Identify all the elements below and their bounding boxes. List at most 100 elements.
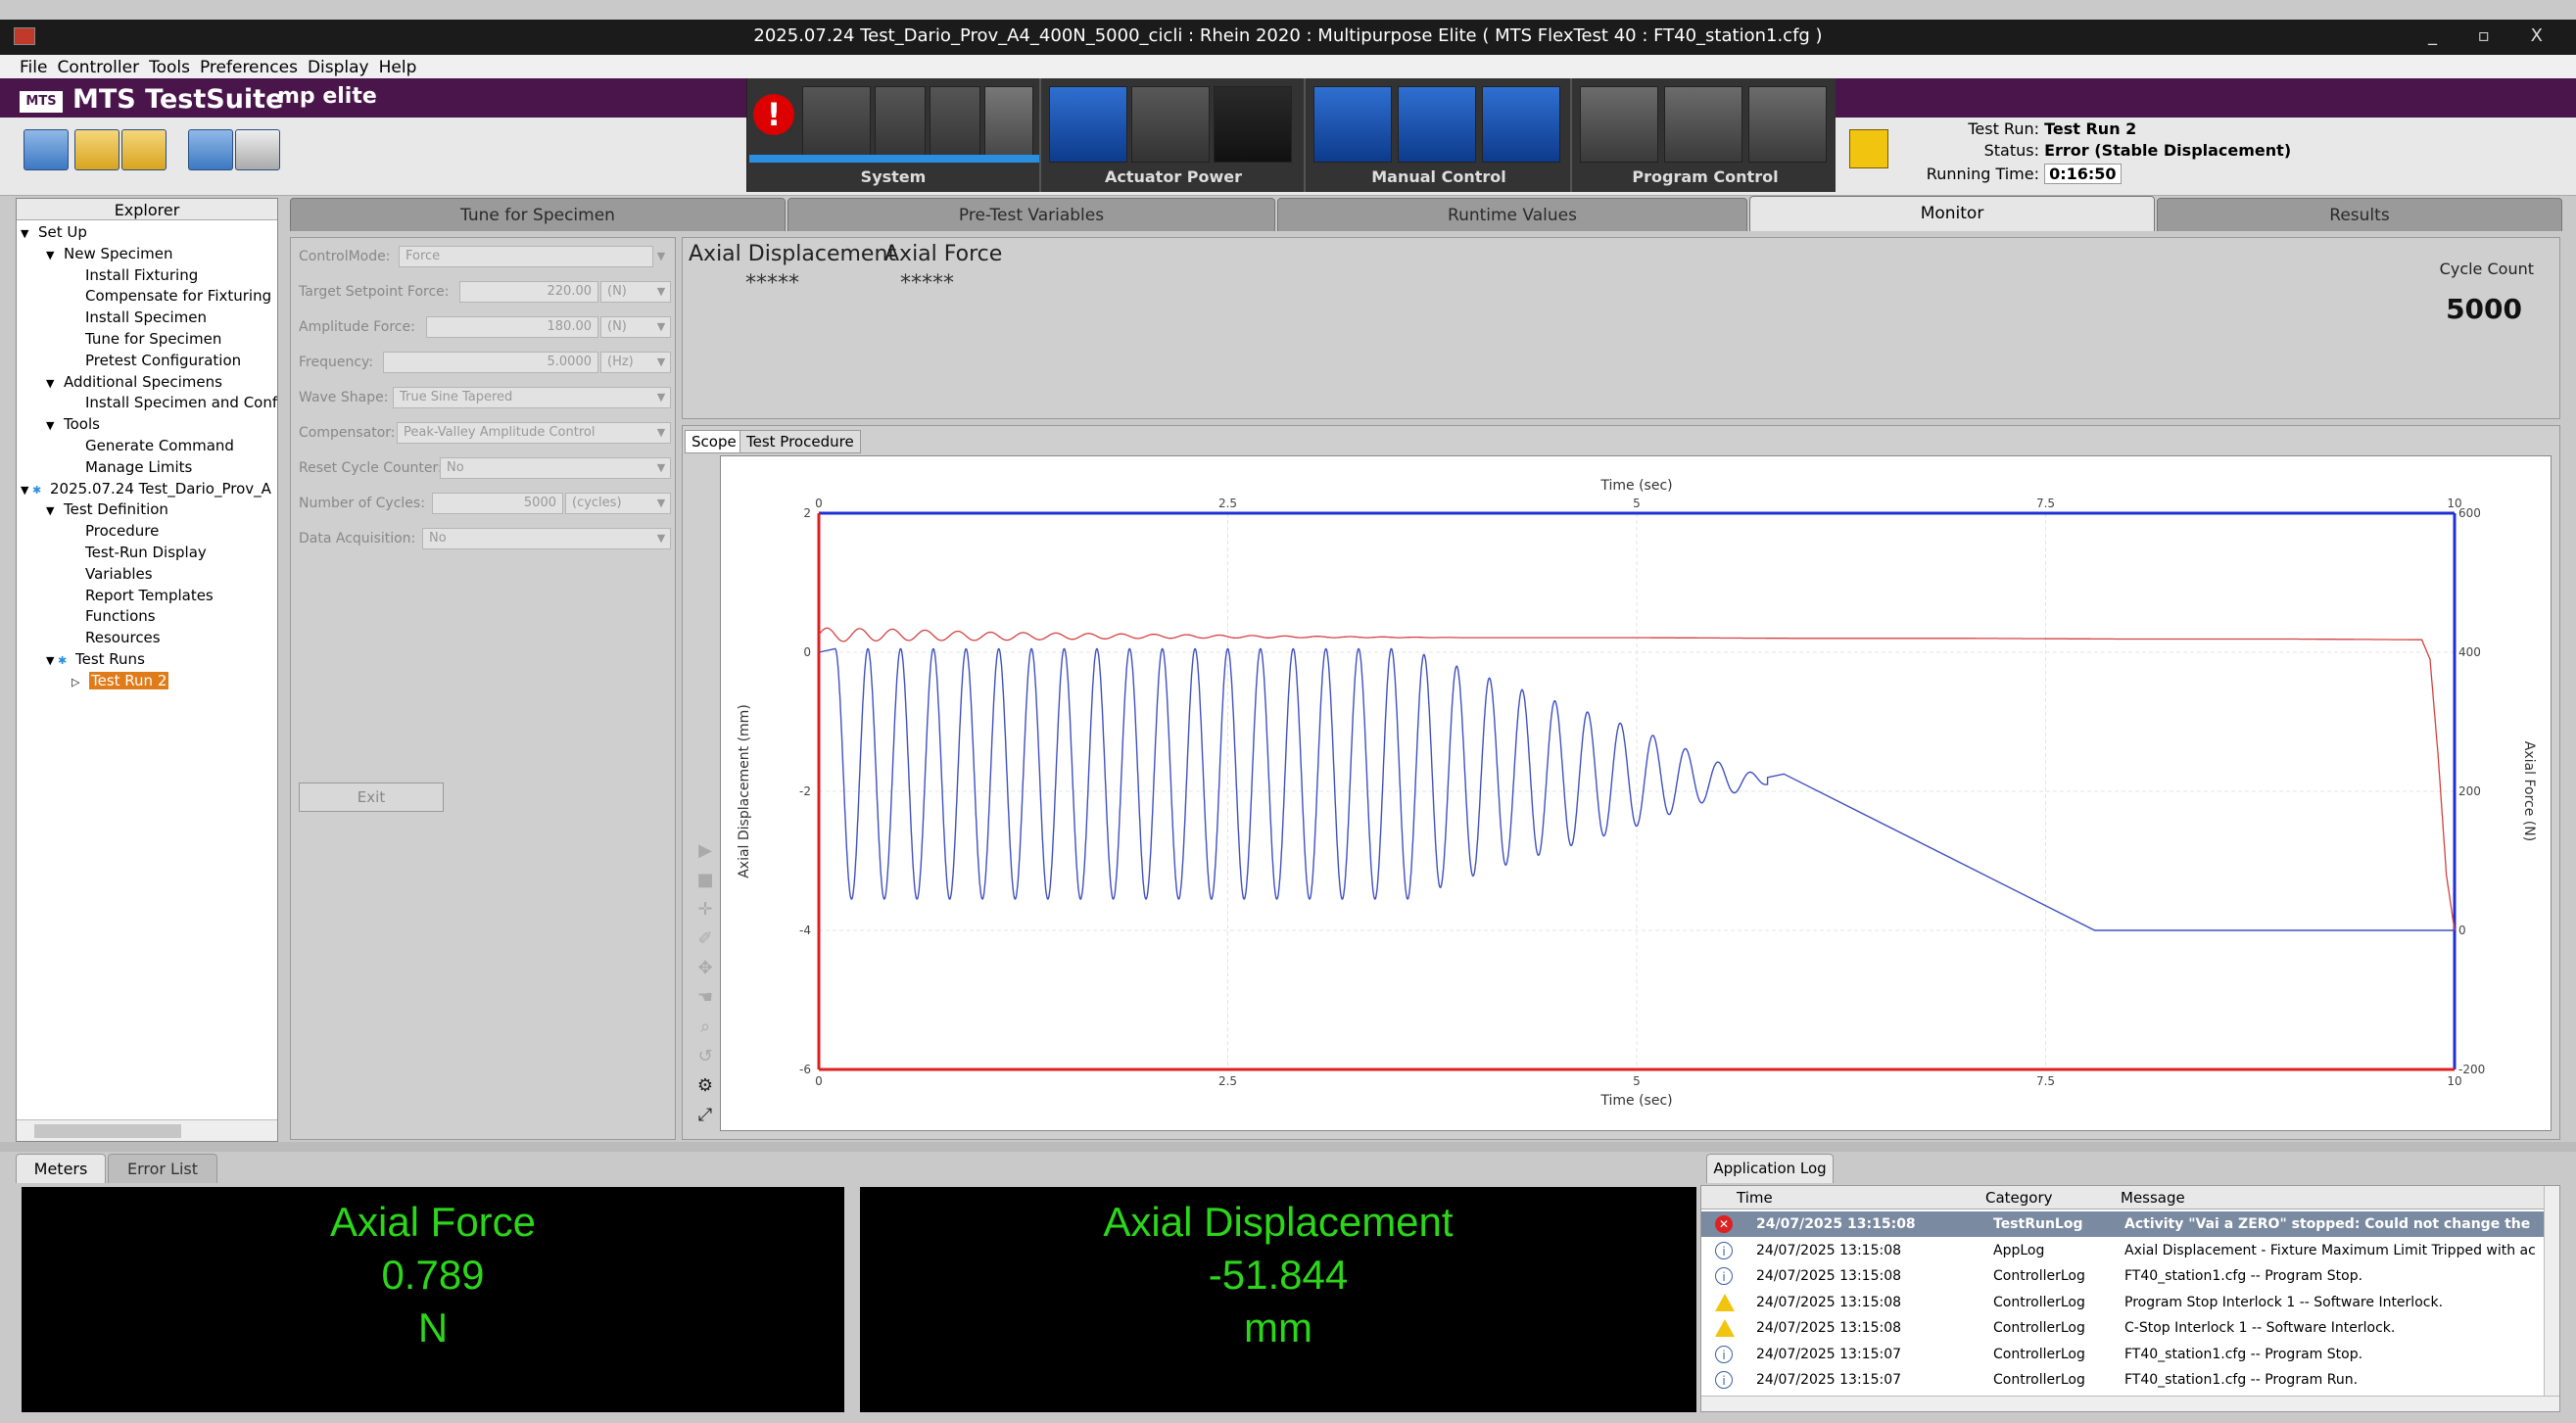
tree-item[interactable]: ▼ Test Definition — [17, 499, 277, 521]
tree-item[interactable]: Resources — [17, 628, 277, 649]
tree-item[interactable]: Tune for Specimen — [17, 329, 277, 351]
settings-icon[interactable]: ⚙ — [692, 1072, 718, 1100]
menu-tools[interactable]: Tools — [144, 55, 195, 77]
tree-expand-icon[interactable]: ▼ — [46, 415, 64, 436]
col-time[interactable]: Time — [1737, 1189, 1773, 1207]
new-test-icon[interactable] — [24, 129, 69, 170]
tree-expand-icon[interactable]: ▷ — [72, 672, 89, 692]
tree-item[interactable]: ▼ Additional Specimens — [17, 372, 277, 394]
tab-monitor[interactable]: Monitor — [1749, 196, 2155, 231]
pan-icon[interactable]: ✥ — [692, 955, 718, 982]
stop-icon[interactable] — [1748, 86, 1827, 163]
reset-cycle-select[interactable]: No — [440, 457, 671, 479]
tree-item[interactable]: Functions — [17, 606, 277, 628]
data-acquisition-select[interactable]: No — [422, 528, 671, 549]
log-vertical-scrollbar[interactable] — [2544, 1186, 2559, 1411]
lock-icon[interactable] — [1849, 129, 1888, 168]
high-power-icon[interactable] — [1214, 86, 1292, 163]
tab-meters[interactable]: Meters — [16, 1154, 106, 1183]
reset-icon[interactable]: ↺ — [692, 1043, 718, 1070]
tree-item[interactable]: ▼ New Specimen — [17, 244, 277, 265]
tree-expand-icon[interactable]: ▼ — [46, 500, 64, 521]
compress-icon[interactable] — [1398, 86, 1476, 163]
tab-application-log[interactable]: Application Log — [1706, 1154, 1834, 1183]
interlock-icon[interactable]: ! — [753, 94, 794, 135]
tab-results[interactable]: Results — [2157, 198, 2562, 231]
tree-item[interactable]: Report Templates — [17, 586, 277, 607]
export-icon[interactable] — [235, 129, 280, 170]
play-icon[interactable]: ▶ — [692, 837, 718, 865]
tree-item[interactable]: ▼ Tools — [17, 414, 277, 436]
add-marker-icon[interactable]: ✛ — [692, 896, 718, 924]
log-row[interactable]: i 24/07/2025 13:15:07 ControllerLog FT40_st… — [1701, 1342, 2553, 1367]
zoom-icon[interactable]: ⌕ — [692, 1014, 718, 1041]
tree-item[interactable]: Procedure — [17, 521, 277, 543]
log-row[interactable]: 24/07/2025 13:15:08 ControllerLog Program … — [1701, 1290, 2553, 1315]
control-mode-select[interactable]: Force — [399, 246, 653, 267]
expand-icon[interactable]: ⤢ — [692, 1102, 718, 1129]
tree-item[interactable]: Manage Limits — [17, 457, 277, 479]
tab-error-list[interactable]: Error List — [108, 1154, 217, 1183]
pin-icon[interactable]: ✐ — [692, 925, 718, 953]
jog-icon[interactable] — [1313, 86, 1392, 163]
station-icon[interactable] — [188, 129, 233, 170]
tree-item[interactable]: ▷ Test Run 2 — [17, 671, 277, 692]
amplitude-input[interactable]: 180.00 — [426, 316, 598, 338]
col-message[interactable]: Message — [2121, 1189, 2185, 1207]
tree-expand-icon[interactable]: ▼ — [21, 223, 38, 244]
log-row[interactable]: i 24/07/2025 13:15:08 ControllerLog FT40_st… — [1701, 1263, 2553, 1289]
tree-item[interactable]: Install Fixturing — [17, 265, 277, 287]
splitter[interactable] — [0, 1142, 2576, 1152]
tree-expand-icon[interactable]: ▼ ✱ — [21, 480, 50, 500]
tab-scope[interactable]: Scope — [685, 430, 743, 453]
menu-controller[interactable]: Controller — [52, 55, 144, 77]
tree-item[interactable]: Install Specimen — [17, 308, 277, 329]
tree-item[interactable]: ▼ ✱ 2025.07.24 Test_Dario_Prov_A — [17, 479, 277, 500]
tree-item[interactable]: Install Specimen and Confi — [17, 393, 277, 414]
col-category[interactable]: Category — [1985, 1189, 2053, 1207]
tab-pre-test-variables[interactable]: Pre-Test Variables — [787, 198, 1275, 231]
tree-item[interactable]: Pretest Configuration — [17, 351, 277, 372]
tree-item[interactable]: Compensate for Fixturing — [17, 286, 277, 308]
tree-item[interactable]: ▼ Set Up — [17, 222, 277, 244]
tree-expand-icon[interactable]: ▼ — [46, 245, 64, 265]
wave-shape-select[interactable]: True Sine Tapered — [393, 387, 671, 408]
temperature-icon[interactable] — [930, 86, 980, 163]
log-row[interactable]: i 24/07/2025 13:15:07 ControllerLog FT40_st… — [1701, 1367, 2553, 1393]
tab-tune-for-specimen[interactable]: Tune for Specimen — [290, 198, 786, 231]
run-icon[interactable] — [1580, 86, 1658, 163]
tab-runtime-values[interactable]: Runtime Values — [1277, 198, 1747, 231]
tab-test-procedure[interactable]: Test Procedure — [739, 430, 861, 453]
log-row[interactable]: i 24/07/2025 13:15:08 AppLog Axial Displace… — [1701, 1238, 2553, 1263]
explorer-scrollbar[interactable] — [17, 1119, 277, 1141]
new-run-icon[interactable] — [121, 129, 167, 170]
manifold-icon[interactable] — [875, 86, 926, 163]
hpu-icon[interactable] — [802, 86, 871, 163]
number-of-cycles-input[interactable]: 5000 — [432, 493, 563, 514]
stop-icon[interactable]: ■ — [692, 867, 718, 894]
target-setpoint-input[interactable]: 220.00 — [459, 281, 598, 303]
log-row[interactable]: 24/07/2025 13:15:08 ControllerLog C-Stop I… — [1701, 1315, 2553, 1341]
log-horizontal-scrollbar[interactable] — [1701, 1396, 2559, 1411]
open-test-icon[interactable] — [74, 129, 119, 170]
exit-button[interactable]: Exit — [299, 783, 444, 812]
power-icon[interactable] — [1049, 86, 1127, 163]
hand-icon[interactable]: ☚ — [692, 984, 718, 1012]
low-power-icon[interactable] — [1131, 86, 1210, 163]
menu-help[interactable]: Help — [374, 55, 422, 77]
tree-item[interactable]: Test-Run Display — [17, 543, 277, 564]
menu-file[interactable]: File — [0, 55, 52, 77]
tree-item[interactable]: Generate Command — [17, 436, 277, 457]
menu-display[interactable]: Display — [303, 55, 374, 77]
tree-item[interactable]: Variables — [17, 564, 277, 586]
log-row[interactable]: ✕ 24/07/2025 13:15:08 TestRunLog Activity "… — [1701, 1211, 2553, 1237]
tree-item[interactable]: ▼ ✱ Test Runs — [17, 649, 277, 671]
tree-expand-icon[interactable]: ▼ ✱ — [46, 650, 75, 671]
frequency-input[interactable]: 5.0000 — [383, 352, 598, 373]
gauge-icon[interactable] — [984, 86, 1033, 163]
menu-preferences[interactable]: Preferences — [195, 55, 303, 77]
window-controls[interactable]: _ ▫ X — [2428, 25, 2560, 46]
compensator-select[interactable]: Peak-Valley Amplitude Control — [397, 422, 671, 444]
tree-expand-icon[interactable]: ▼ — [46, 373, 64, 394]
pause-icon[interactable] — [1664, 86, 1742, 163]
